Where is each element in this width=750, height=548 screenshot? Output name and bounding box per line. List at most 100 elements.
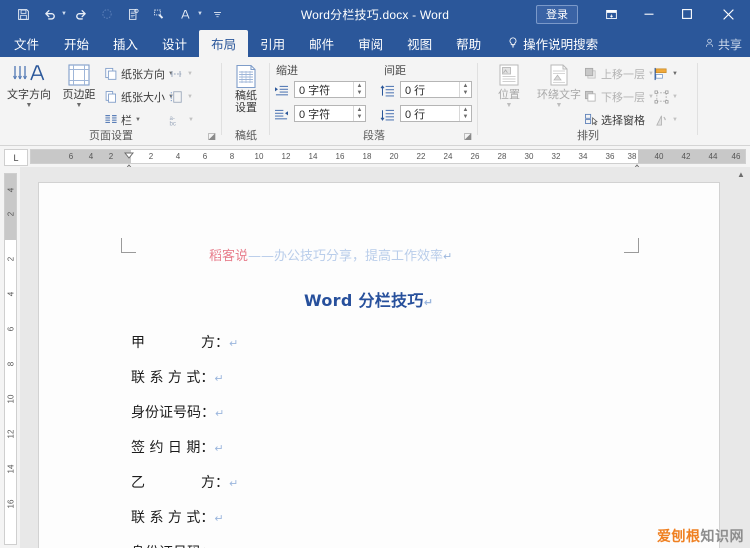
manuscript-settings-label-1: 稿纸 [235, 90, 257, 102]
paragraph-dialog-launcher[interactable]: ◪ [463, 131, 472, 142]
ribbon-display-options-icon[interactable] [592, 0, 630, 28]
vertical-ruler[interactable]: 4 2 2 4 6 8 10 12 14 16 [0, 167, 20, 548]
sign-in-button[interactable]: 登录 [536, 4, 578, 24]
vertical-ruler-track[interactable]: 4 2 2 4 6 8 10 12 14 16 [4, 173, 17, 545]
document-body-line[interactable]: 签 约 日 期：↵ [131, 437, 224, 457]
align-dropdown-icon[interactable]: ▼ [672, 71, 678, 77]
position-button[interactable]: 位置 ▼ [486, 63, 532, 109]
send-backward-button[interactable]: 下移一层 ▼ [584, 88, 654, 105]
group-objects-button[interactable]: ▼ [654, 88, 678, 105]
wrap-text-button[interactable]: 环绕文字 ▼ [536, 63, 582, 109]
pilcrow-icon: ↵ [229, 477, 239, 490]
minimize-icon[interactable] [630, 0, 668, 28]
horizontal-ruler[interactable]: L 6 4 2 2 4 6 8 10 12 14 16 18 20 22 24 … [0, 146, 750, 171]
ribbon-group-paragraph: 缩进 间距 0 字符 ▲ ▼ 0 字符 ▲ ▼ 0 行 ▲ ▼ 0 行 ▲ ▼ … [270, 57, 478, 145]
document-body-line[interactable]: 身份证号码：↵ [131, 542, 224, 548]
selection-pane-button[interactable]: 选择窗格 [584, 111, 645, 128]
breaks-button[interactable]: ▼ [168, 65, 193, 82]
bring-forward-button[interactable]: 上移一层 ▼ [584, 65, 654, 82]
tab-mailings[interactable]: 邮件 [297, 30, 346, 57]
margins-button[interactable]: 页边距 ▼ [56, 63, 102, 109]
size-button[interactable]: 纸张大小 ▼ [104, 88, 174, 105]
position-dropdown-icon[interactable]: ▼ [506, 102, 513, 109]
group-objects-dropdown-icon[interactable]: ▼ [672, 94, 678, 100]
document-title-line[interactable]: Word 分栏技巧↵ [304, 287, 433, 311]
align-button[interactable]: ▼ [654, 65, 678, 82]
align-objects-icon [654, 67, 669, 81]
ruler-tick: 30 [524, 152, 534, 161]
line-numbers-button[interactable]: ▼ [168, 88, 193, 105]
first-line-indent-marker[interactable] [123, 146, 135, 159]
tab-insert[interactable]: 插入 [101, 30, 150, 57]
document-canvas[interactable]: ▲ 稻客说——办公技巧分享，提高工作效率↵ Word 分栏技巧↵ 甲 方：↵ 联… [20, 167, 750, 548]
ruler-tick: 4 [175, 152, 181, 161]
spacing-before-value: 0 行 [405, 84, 426, 97]
hanging-indent-marker[interactable] [123, 159, 135, 171]
orientation-button[interactable]: 纸张方向 ▼ [104, 65, 174, 82]
ribbon-group-manuscript: 稿纸 设置 稿纸 [222, 57, 270, 145]
selection-pane-label: 选择窗格 [601, 114, 645, 127]
tab-stop-selector[interactable]: L [4, 149, 28, 166]
tab-home[interactable]: 开始 [52, 30, 101, 57]
indent-left-stepper[interactable]: ▲ ▼ [353, 82, 365, 97]
ruler-tick: 36 [605, 152, 615, 161]
text-direction-button[interactable]: 文字方向 ▼ [6, 63, 52, 109]
tab-file[interactable]: 文件 [0, 30, 52, 57]
document-body-line[interactable]: 身份证号码：↵ [131, 402, 224, 422]
spacing-before-stepper[interactable]: ▲ ▼ [459, 82, 471, 97]
wrap-text-dropdown-icon[interactable]: ▼ [556, 102, 563, 109]
pilcrow-icon: ↵ [214, 512, 224, 525]
document-body-line[interactable]: 联 系 方 式：↵ [131, 367, 224, 387]
breaks-dropdown-icon[interactable]: ▼ [187, 71, 193, 77]
margin-mark-top-right [624, 238, 639, 253]
body-line-text: 联 系 方 式： [131, 370, 215, 386]
rotate-dropdown-icon[interactable]: ▼ [672, 117, 678, 123]
spacing-before-field[interactable]: 0 行 ▲ ▼ [400, 81, 472, 98]
document-header-line[interactable]: 稻客说——办公技巧分享，提高工作效率↵ [209, 245, 452, 264]
ruler-tick: 28 [497, 152, 507, 161]
document-page[interactable]: 稻客说——办公技巧分享，提高工作效率↵ Word 分栏技巧↵ 甲 方：↵ 联 系… [38, 182, 720, 548]
ruler-tick: 46 [731, 152, 741, 161]
position-label: 位置 [498, 89, 520, 101]
ruler-tick: 16 [335, 152, 345, 161]
margins-dropdown-icon[interactable]: ▼ [76, 102, 83, 109]
indent-right-field[interactable]: 0 字符 ▲ ▼ [294, 105, 366, 122]
text-direction-dropdown-icon[interactable]: ▼ [26, 102, 33, 109]
tell-me-search[interactable]: 操作说明搜索 [493, 30, 606, 57]
page-setup-dialog-launcher[interactable]: ◪ [207, 131, 216, 142]
spacing-after-stepper[interactable]: ▲ ▼ [459, 106, 471, 121]
spacing-after-field[interactable]: 0 行 ▲ ▼ [400, 105, 472, 122]
columns-button[interactable]: 栏 ▼ [104, 111, 141, 128]
vruler-tick: 14 [6, 464, 15, 474]
vruler-tick: 8 [6, 361, 15, 367]
rotate-icon [654, 113, 669, 127]
hyphenation-dropdown-icon[interactable]: ▼ [188, 117, 194, 123]
rotate-button[interactable]: ▼ [654, 111, 678, 128]
share-button[interactable]: 共享 [704, 36, 742, 53]
group-label-arrange: 排列 [577, 130, 599, 142]
hyphenation-button[interactable]: a-bc ▼ [168, 111, 194, 128]
tab-view[interactable]: 视图 [395, 30, 444, 57]
tab-help[interactable]: 帮助 [444, 30, 493, 57]
indent-right-stepper[interactable]: ▲ ▼ [353, 106, 365, 121]
title-bar: ▼ ▼ Word分栏技巧.docx - Word 登录 [0, 0, 750, 28]
maximize-icon[interactable] [668, 0, 706, 28]
line-numbers-dropdown-icon[interactable]: ▼ [187, 94, 193, 100]
document-body-line[interactable]: 乙 方：↵ [131, 472, 238, 492]
indent-left-field[interactable]: 0 字符 ▲ ▼ [294, 81, 366, 98]
document-body-line[interactable]: 联 系 方 式：↵ [131, 507, 224, 527]
tab-design[interactable]: 设计 [150, 30, 199, 57]
tab-references[interactable]: 引用 [248, 30, 297, 57]
ruler-tick: 14 [308, 152, 318, 161]
tab-review[interactable]: 审阅 [346, 30, 395, 57]
columns-dropdown-icon[interactable]: ▼ [135, 117, 141, 123]
orientation-label: 纸张方向 [121, 68, 165, 81]
close-icon[interactable] [706, 0, 750, 28]
scroll-up-icon[interactable]: ▲ [734, 167, 748, 181]
document-body-line[interactable]: 甲 方：↵ [131, 332, 238, 352]
right-indent-marker[interactable] [631, 159, 643, 171]
tab-layout[interactable]: 布局 [199, 30, 249, 57]
manuscript-settings-button[interactable]: 稿纸 设置 [223, 64, 269, 114]
vruler-tick: 4 [6, 291, 15, 297]
indent-left-icon-wrap [274, 83, 289, 100]
